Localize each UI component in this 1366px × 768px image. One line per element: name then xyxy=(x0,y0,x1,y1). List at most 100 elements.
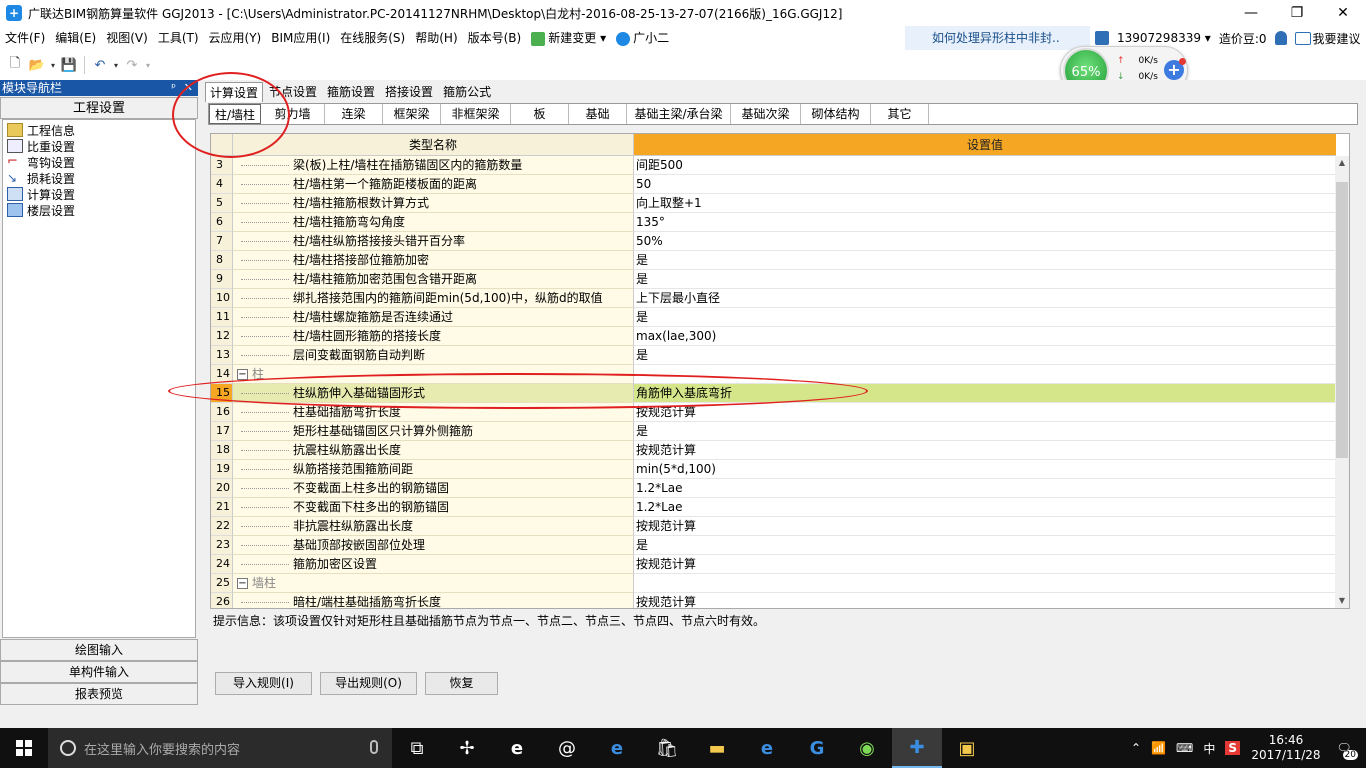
restore-button[interactable]: ❐ xyxy=(1274,0,1320,26)
nav-item-floors[interactable]: 楼层设置 xyxy=(3,202,195,218)
sogou-icon[interactable]: S xyxy=(1225,741,1240,755)
setting-value-cell[interactable]: max(lae,300) xyxy=(634,327,1336,346)
bell-icon[interactable] xyxy=(1274,31,1287,45)
nav-item-calc-settings[interactable]: 计算设置 xyxy=(3,185,195,203)
table-row[interactable]: 10 绑扎搭接范围内的箍筋间距min(5d,100)中，纵筋d的取值 上下层最小直径 xyxy=(211,289,1336,308)
internet-explorer-icon[interactable]: e xyxy=(742,728,792,768)
subtab-slab[interactable]: 板 xyxy=(511,104,569,124)
setting-value-cell[interactable]: 按规范计算 xyxy=(634,441,1336,460)
setting-value-cell[interactable]: 是 xyxy=(634,346,1336,365)
nav-close-icon[interactable]: ✕ xyxy=(184,80,193,96)
faq-link[interactable]: 如何处理异形柱中非封.. xyxy=(905,26,1090,50)
setting-value-cell[interactable]: 按规范计算 xyxy=(634,593,1336,608)
setting-value-cell[interactable]: 是 xyxy=(634,422,1336,441)
table-row[interactable]: 24 箍筋加密区设置 按规范计算 xyxy=(211,555,1336,574)
new-file-icon[interactable]: 🗋 xyxy=(4,54,26,76)
setting-value-cell[interactable] xyxy=(634,574,1336,593)
menu-bim[interactable]: BIM应用(I) xyxy=(266,26,335,50)
close-button[interactable]: ✕ xyxy=(1320,0,1366,26)
redo-dropdown-icon[interactable]: ▾ xyxy=(143,54,153,76)
dropdown-arrow-icon[interactable]: ▾ xyxy=(48,54,58,76)
subtab-shear-wall[interactable]: 剪力墙 xyxy=(261,104,325,124)
table-row[interactable]: 5 柱/墙柱箍筋根数计算方式 向上取整+1 xyxy=(211,194,1336,213)
nav-section-project-settings[interactable]: 工程设置 xyxy=(0,97,198,119)
network-icon[interactable]: 📶 xyxy=(1151,741,1166,755)
table-row[interactable]: 14− 柱 xyxy=(211,365,1336,384)
task-view-icon[interactable]: ⧉ xyxy=(392,728,442,768)
table-row[interactable]: 16 柱基础插筋弯折长度 按规范计算 xyxy=(211,403,1336,422)
store-icon[interactable]: 🛍 xyxy=(642,728,692,768)
setting-value-cell[interactable]: min(5*d,100) xyxy=(634,460,1336,479)
setting-value-cell[interactable]: 135° xyxy=(634,213,1336,232)
setting-value-cell[interactable]: 是 xyxy=(634,270,1336,289)
setting-value-cell[interactable]: 按规范计算 xyxy=(634,517,1336,536)
subtab-column[interactable]: 柱/墙柱 xyxy=(209,104,261,124)
subtab-foundation-secondary-beam[interactable]: 基础次梁 xyxy=(731,104,801,124)
table-row[interactable]: 8 柱/墙柱搭接部位箍筋加密 是 xyxy=(211,251,1336,270)
table-row[interactable]: 19 纵筋搭接范围箍筋间距 min(5*d,100) xyxy=(211,460,1336,479)
redo-icon[interactable]: ↷ xyxy=(121,54,143,76)
open-folder-icon[interactable]: 📂 xyxy=(26,54,48,76)
setting-value-cell[interactable]: 50% xyxy=(634,232,1336,251)
menu-cloud[interactable]: 云应用(Y) xyxy=(204,26,267,50)
menu-version[interactable]: 版本号(B) xyxy=(463,26,527,50)
table-row[interactable]: 6 柱/墙柱箍筋弯勾角度 135° xyxy=(211,213,1336,232)
microphone-icon[interactable] xyxy=(370,740,378,754)
tab-stirrup-settings[interactable]: 箍筋设置 xyxy=(323,82,379,102)
menu-online[interactable]: 在线服务(S) xyxy=(335,26,410,50)
import-rules-button[interactable]: 导入规则(I) xyxy=(215,672,312,695)
table-row[interactable]: 4 柱/墙柱第一个箍筋距楼板面的距离 50 xyxy=(211,175,1336,194)
table-row[interactable]: 26 暗柱/端柱基础插筋弯折长度 按规范计算 xyxy=(211,593,1336,608)
nav-item-hook[interactable]: ⌐ 弯钩设置 xyxy=(3,154,195,170)
menu-view[interactable]: 视图(V) xyxy=(101,26,153,50)
table-row[interactable]: 18 抗震柱纵筋露出长度 按规范计算 xyxy=(211,441,1336,460)
setting-value-cell[interactable] xyxy=(634,365,1336,384)
setting-value-cell[interactable]: 上下层最小直径 xyxy=(634,289,1336,308)
clock[interactable]: 16:46 2017/11/28 xyxy=(1250,733,1322,763)
setting-value-cell[interactable]: 向上取整+1 xyxy=(634,194,1336,213)
setting-value-cell[interactable]: 按规范计算 xyxy=(634,555,1336,574)
ie-blue-icon[interactable]: e xyxy=(492,728,542,768)
setting-value-cell[interactable]: 1.2*Lae xyxy=(634,479,1336,498)
subtab-coupling-beam[interactable]: 连梁 xyxy=(325,104,383,124)
table-row[interactable]: 9 柱/墙柱箍筋加密范围包含错开距离 是 xyxy=(211,270,1336,289)
table-row[interactable]: 7 柱/墙柱纵筋搭接接头错开百分率 50% xyxy=(211,232,1336,251)
speedup-plus-icon[interactable]: + xyxy=(1164,58,1186,80)
subtab-nonframe-beam[interactable]: 非框架梁 xyxy=(441,104,511,124)
collapse-toggle-icon[interactable]: − xyxy=(237,369,248,380)
tab-stirrup-formula[interactable]: 箍筋公式 xyxy=(439,82,495,102)
user-phone[interactable]: 13907298339 ▾ xyxy=(1117,31,1211,45)
setting-value-cell[interactable]: 50 xyxy=(634,175,1336,194)
undo-dropdown-icon[interactable]: ▾ xyxy=(111,54,121,76)
setting-value-cell[interactable]: 角筋伸入基底弯折 xyxy=(634,384,1336,403)
tab-calc-settings[interactable]: 计算设置 xyxy=(205,82,264,102)
subtab-masonry[interactable]: 砌体结构 xyxy=(801,104,871,124)
scroll-down-icon[interactable]: ▼ xyxy=(1335,594,1349,608)
scroll-thumb[interactable] xyxy=(1336,182,1348,458)
nav-drawing-input[interactable]: 绘图输入 xyxy=(0,639,198,661)
grid-scrollbar[interactable]: ▲ ▼ xyxy=(1335,156,1349,608)
restore-button-main[interactable]: 恢复 xyxy=(425,672,498,695)
table-row[interactable]: 13 层间变截面钢筋自动判断 是 xyxy=(211,346,1336,365)
menu-tools[interactable]: 工具(T) xyxy=(153,26,204,50)
nav-item-loss[interactable]: ↘ 损耗设置 xyxy=(3,170,195,186)
file-explorer-icon[interactable]: ▬ xyxy=(692,728,742,768)
green-browser-icon[interactable]: ◉ xyxy=(842,728,892,768)
menu-assistant[interactable]: 广小二 xyxy=(611,26,674,50)
tab-lap-settings[interactable]: 搭接设置 xyxy=(381,82,437,102)
table-row[interactable]: 15 柱纵筋伸入基础锚固形式 角筋伸入基底弯折 xyxy=(211,384,1336,403)
table-row[interactable]: 3 梁(板)上柱/墙柱在插筋锚固区内的箍筋数量 间距500 xyxy=(211,156,1336,175)
swirl-app-icon[interactable]: @ xyxy=(542,728,592,768)
nav-report-preview[interactable]: 报表预览 xyxy=(0,683,198,705)
scroll-up-icon[interactable]: ▲ xyxy=(1335,156,1349,170)
table-row[interactable]: 25− 墙柱 xyxy=(211,574,1336,593)
table-row[interactable]: 17 矩形柱基础锚固区只计算外侧箍筋 是 xyxy=(211,422,1336,441)
edge-icon[interactable]: e xyxy=(592,728,642,768)
ggj-app-icon[interactable]: ✚ xyxy=(892,728,942,768)
table-row[interactable]: 11 柱/墙柱螺旋箍筋是否连续通过 是 xyxy=(211,308,1336,327)
subtab-foundation-main-beam[interactable]: 基础主梁/承台梁 xyxy=(627,104,731,124)
nav-single-component-input[interactable]: 单构件输入 xyxy=(0,661,198,683)
pin-icon[interactable]: ᵖ xyxy=(171,80,176,96)
export-rules-button[interactable]: 导出规则(O) xyxy=(320,672,417,695)
setting-value-cell[interactable]: 1.2*Lae xyxy=(634,498,1336,517)
